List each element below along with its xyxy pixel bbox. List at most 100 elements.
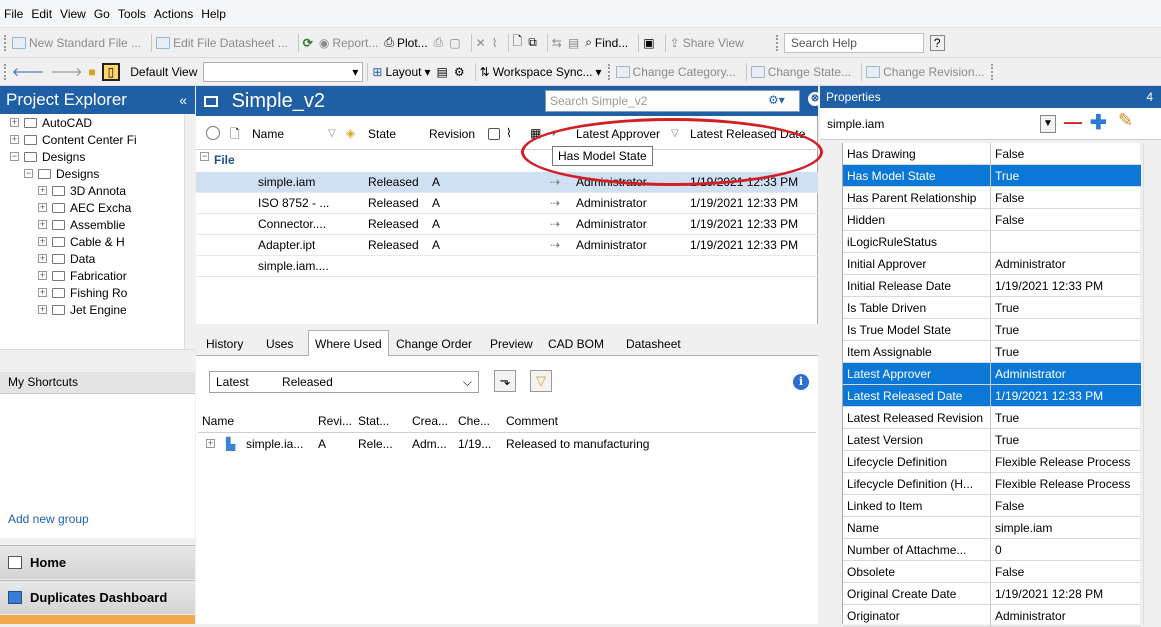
- tree-item[interactable]: + Fabricatior: [0, 267, 184, 284]
- property-row[interactable]: Original Create Date 1/19/2021 12:28 PM: [843, 583, 1141, 605]
- expand-icon[interactable]: +: [38, 220, 47, 229]
- find-button[interactable]: ⌕ Find...: [585, 35, 628, 50]
- wu-col-created[interactable]: Crea...: [412, 414, 448, 428]
- property-row[interactable]: Initial Release Date 1/19/2021 12:33 PM: [843, 275, 1141, 297]
- property-row[interactable]: Has Model State True: [843, 165, 1141, 187]
- property-row[interactable]: Lifecycle Definition Flexible Release Pro…: [843, 451, 1141, 473]
- expand-icon[interactable]: −: [24, 169, 33, 178]
- share-view-button[interactable]: ⇪ Share View: [670, 36, 744, 50]
- forward-button[interactable]: 🡒: [50, 64, 82, 79]
- wu-col-comment[interactable]: Comment: [506, 414, 558, 428]
- toolbar-grip[interactable]: [607, 63, 612, 80]
- properties-scrollbar[interactable]: [1143, 143, 1161, 624]
- plot-button[interactable]: ⎙ Plot...: [384, 35, 427, 50]
- menu-file[interactable]: File: [4, 7, 23, 21]
- property-row[interactable]: Linked to Item False: [843, 495, 1141, 517]
- toolbar-grip[interactable]: [775, 34, 780, 51]
- layout-button[interactable]: ⊞ Layout ▾: [372, 65, 430, 79]
- back-button[interactable]: 🡐: [12, 64, 44, 79]
- collapse-icon[interactable]: −: [200, 152, 209, 161]
- property-row[interactable]: Item Assignable True: [843, 341, 1141, 363]
- tab-change-order[interactable]: Change Order: [390, 333, 478, 356]
- property-row[interactable]: Initial Approver Administrator: [843, 253, 1141, 275]
- copy-design-button[interactable]: ⧉: [528, 35, 537, 50]
- property-row[interactable]: Lifecycle Definition (H... Flexible Relea…: [843, 473, 1141, 495]
- menu-edit[interactable]: Edit: [31, 7, 52, 21]
- print-preview-button[interactable]: ▢: [449, 36, 460, 50]
- tree-item[interactable]: + Assemblie: [0, 216, 184, 233]
- tree-item[interactable]: + Fishing Ro: [0, 284, 184, 301]
- collapse-pane-icon[interactable]: «: [179, 86, 187, 114]
- tree-horizontal-scrollbar[interactable]: [0, 349, 195, 363]
- edit-pencil-icon[interactable]: ✎: [1118, 110, 1133, 131]
- remove-property-icon[interactable]: —: [1064, 112, 1082, 133]
- file-row[interactable]: simple.iam....: [196, 256, 818, 277]
- checkbox-col-icon[interactable]: [488, 128, 500, 140]
- search-help-input[interactable]: Search Help: [783, 32, 924, 53]
- delete-button[interactable]: ✕: [476, 36, 486, 50]
- info-icon[interactable]: i: [793, 374, 809, 390]
- expand-icon[interactable]: −: [10, 152, 19, 161]
- tab-datasheet[interactable]: Datasheet: [620, 333, 687, 356]
- tab-history[interactable]: History: [200, 333, 249, 356]
- expand-icon[interactable]: +: [38, 271, 47, 280]
- where-used-row[interactable]: + ▙ simple.ia... A Rele... Adm... 1/19..…: [198, 434, 816, 456]
- expand-icon[interactable]: +: [38, 254, 47, 263]
- bom-button[interactable]: ▤: [568, 36, 579, 50]
- expand-icon[interactable]: +: [10, 118, 19, 127]
- print-button[interactable]: ⎙: [434, 35, 444, 50]
- property-row[interactable]: Latest Released Date 1/19/2021 12:33 PM: [843, 385, 1141, 407]
- columns-button[interactable]: ⚙: [454, 65, 465, 79]
- home-button[interactable]: Home: [0, 545, 195, 579]
- menu-help[interactable]: Help: [201, 7, 226, 21]
- wu-col-checked[interactable]: Che...: [458, 414, 490, 428]
- sort-icon[interactable]: ▽: [328, 128, 336, 139]
- wu-col-state[interactable]: Stat...: [358, 414, 389, 428]
- view-dropdown[interactable]: [203, 61, 364, 82]
- property-row[interactable]: Latest Approver Administrator: [843, 363, 1141, 385]
- change-state-button[interactable]: Change State...: [750, 65, 851, 79]
- property-row[interactable]: Obsolete False: [843, 561, 1141, 583]
- folder-search-input[interactable]: Search Simple_v2: [545, 90, 800, 112]
- help-button[interactable]: ?: [929, 34, 945, 51]
- property-row[interactable]: Hidden False: [843, 209, 1141, 231]
- add-property-icon[interactable]: ✚: [1090, 110, 1107, 135]
- view-toggle-button[interactable]: ▣: [643, 36, 654, 50]
- property-row[interactable]: Number of Attachme... 0: [843, 539, 1141, 561]
- tree-item[interactable]: + Data: [0, 250, 184, 267]
- new-folder-button[interactable]: 🗋: [513, 32, 523, 53]
- property-row[interactable]: iLogicRuleStatus: [843, 231, 1141, 253]
- property-row[interactable]: Has Parent Relationship False: [843, 187, 1141, 209]
- file-row[interactable]: ⇢ ISO 8752 - ... Released A Administrator 1/1…: [196, 193, 818, 214]
- menu-go[interactable]: Go: [94, 7, 110, 21]
- wu-col-revision[interactable]: Revi...: [318, 414, 352, 428]
- search-options-icon[interactable]: ⚙▾: [768, 93, 785, 107]
- expand-icon[interactable]: +: [38, 305, 47, 314]
- file-row[interactable]: ⇢ Adapter.ipt Released A Administrator 1/19/2…: [196, 235, 818, 256]
- tree-item[interactable]: − Designs: [0, 148, 184, 165]
- tree-vertical-scrollbar[interactable]: [184, 114, 195, 362]
- where-used-filter[interactable]: Latest Released ⌵: [209, 371, 479, 393]
- property-row[interactable]: Latest Version True: [843, 429, 1141, 451]
- tree-item[interactable]: + Cable & H: [0, 233, 184, 250]
- selected-object[interactable]: simple.iam: [826, 113, 1054, 135]
- filter-button[interactable]: ▽: [530, 370, 552, 392]
- tab-uses[interactable]: Uses: [260, 333, 299, 356]
- tree-item[interactable]: +3D Annota: [0, 182, 184, 199]
- wu-col-name[interactable]: Name: [202, 414, 234, 428]
- col-state[interactable]: State: [368, 127, 396, 141]
- menu-actions[interactable]: Actions: [154, 7, 193, 21]
- col-name[interactable]: Name: [252, 127, 284, 141]
- expand-icon[interactable]: +: [10, 135, 19, 144]
- parent-folder-button[interactable]: ■: [88, 65, 95, 79]
- new-standard-file-button[interactable]: New Standard File ...: [12, 36, 141, 50]
- tab-preview[interactable]: Preview: [484, 333, 539, 356]
- change-category-button[interactable]: Change Category...: [615, 65, 736, 79]
- file-row[interactable]: ⇢ Connector.... Released A Administrator 1/19…: [196, 214, 818, 235]
- workspace-sync-button[interactable]: ⇅ Workspace Sync... ▾: [480, 65, 602, 79]
- property-row[interactable]: Is True Model State True: [843, 319, 1141, 341]
- tree-item[interactable]: + Jet Engine: [0, 301, 184, 318]
- tab-cad-bom[interactable]: CAD BOM: [542, 333, 610, 356]
- tree-item[interactable]: + AEC Excha: [0, 199, 184, 216]
- table-button[interactable]: ▤: [437, 65, 448, 79]
